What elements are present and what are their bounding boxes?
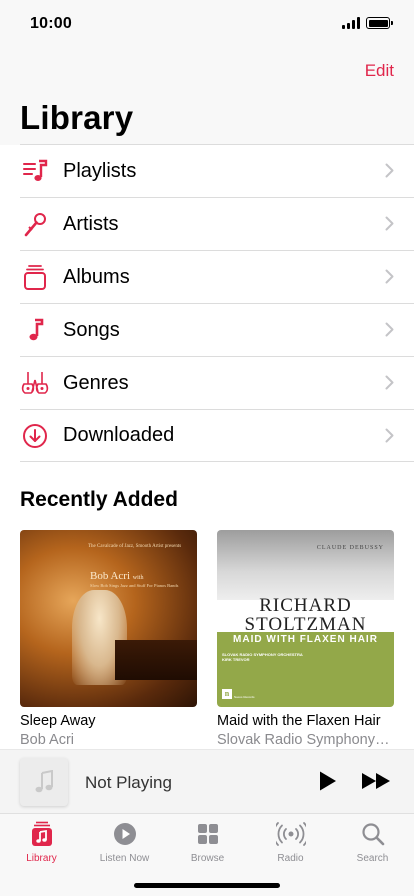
tab-label: Browse [190, 853, 225, 864]
chevron-right-icon [385, 375, 394, 390]
library-menu: Playlists Artists Albums Songs Genres Do… [20, 144, 414, 462]
cellular-signal-icon [342, 17, 360, 29]
album-cover[interactable]: CLAUDE DEBUSSY RICHARD STOLTZMAN MAID WIT… [217, 530, 394, 707]
cover-artist-suffix: with [132, 575, 144, 581]
menu-item-playlists[interactable]: Playlists [20, 144, 414, 197]
menu-item-albums[interactable]: Albums [20, 250, 414, 303]
cover-artist-text: Bob Acri with [90, 570, 143, 582]
tab-browse[interactable]: Browse [166, 820, 249, 864]
music-library-screen: 10:00 Edit Library Playlists Artists Alb… [0, 0, 414, 896]
status-time: 10:00 [30, 15, 72, 32]
menu-item-songs[interactable]: Songs [20, 303, 414, 356]
microphone-icon [20, 209, 50, 239]
chevron-right-icon [385, 269, 394, 284]
music-note-icon [35, 770, 53, 793]
music-note-icon [20, 315, 50, 345]
header: Edit Library [0, 48, 414, 145]
fast-forward-icon[interactable] [361, 771, 393, 791]
genres-icon [20, 368, 50, 398]
tab-bar: Library Listen Now Browse Radio Search [0, 813, 414, 896]
menu-item-label: Songs [63, 318, 120, 341]
album-cover[interactable]: The Cavalcade of Jazz, Smooth Artist pre… [20, 530, 197, 707]
cover-subtitle: MAID WITH FLAXEN HAIR [233, 634, 378, 645]
now-playing-title: Not Playing [85, 773, 172, 792]
playlists-icon [20, 156, 50, 186]
cover-label: Naxos Records [234, 695, 255, 699]
mini-player-artwork [20, 758, 68, 806]
naxos-logo: n [222, 689, 232, 699]
tab-label: Listen Now [99, 853, 150, 864]
tab-label: Radio [277, 853, 304, 864]
library-icon [0, 820, 83, 848]
albums-icon [20, 262, 50, 292]
cover-sub-text: Slow Bob Sings Jazz and Stuff For Pianos… [90, 583, 179, 588]
chevron-right-icon [385, 322, 394, 337]
page-title: Library [20, 99, 134, 136]
cover-top-text: The Cavalcade of Jazz, Smooth Artist pre… [88, 544, 182, 549]
menu-item-label: Genres [63, 371, 129, 394]
mini-player[interactable]: Not Playing [0, 749, 414, 813]
album-title: Sleep Away [20, 713, 96, 729]
cover-artist-name: Bob Acri [90, 570, 131, 582]
chevron-right-icon [385, 216, 394, 231]
play-icon[interactable] [316, 770, 338, 792]
tab-label: Search [356, 853, 389, 864]
menu-item-genres[interactable]: Genres [20, 356, 414, 409]
tab-library[interactable]: Library [0, 820, 83, 864]
home-indicator[interactable] [134, 883, 280, 888]
tab-listen-now[interactable]: Listen Now [83, 820, 166, 864]
chevron-right-icon [385, 428, 394, 443]
edit-button[interactable]: Edit [365, 61, 394, 81]
status-icons [342, 17, 393, 29]
cover-artist-name: RICHARD STOLTZMAN [217, 596, 394, 634]
album-card-sleep-away[interactable]: The Cavalcade of Jazz, Smooth Artist pre… [20, 530, 197, 748]
menu-item-label: Artists [63, 212, 119, 235]
piano-shape [115, 640, 197, 680]
tab-label: Library [26, 853, 57, 864]
radio-icon [249, 820, 332, 848]
album-title: Maid with the Flaxen Hair [217, 713, 381, 729]
tab-search[interactable]: Search [331, 820, 414, 864]
menu-item-artists[interactable]: Artists [20, 197, 414, 250]
chevron-right-icon [385, 163, 394, 178]
cover-orchestra-line2: KIRK TREVOR [222, 657, 250, 662]
search-icon [331, 820, 414, 848]
status-bar: 10:00 [0, 0, 414, 48]
menu-item-label: Playlists [63, 159, 137, 182]
download-icon [20, 421, 50, 451]
battery-icon [366, 17, 393, 29]
album-card-maid-with-flaxen-hair[interactable]: CLAUDE DEBUSSY RICHARD STOLTZMAN MAID WIT… [217, 530, 394, 748]
menu-item-label: Albums [63, 265, 130, 288]
cover-composer: CLAUDE DEBUSSY [316, 545, 384, 551]
album-artist: Slovak Radio Symphony… [217, 732, 390, 748]
cover-photo [217, 530, 394, 600]
menu-item-downloaded[interactable]: Downloaded [20, 409, 414, 462]
menu-item-label: Downloaded [63, 424, 175, 446]
cover-orchestra: SLOVAK RADIO SYMPHONY ORCHESTRA KIRK TREV… [222, 652, 303, 662]
browse-icon [166, 820, 249, 848]
listen-now-icon [83, 820, 166, 848]
cover-artist-first: RICHARD [259, 595, 352, 616]
tab-radio[interactable]: Radio [249, 820, 332, 864]
cover-artist-last: STOLTZMAN [244, 614, 367, 635]
recently-added-title: Recently Added [20, 488, 178, 511]
album-artist: Bob Acri [20, 732, 74, 748]
